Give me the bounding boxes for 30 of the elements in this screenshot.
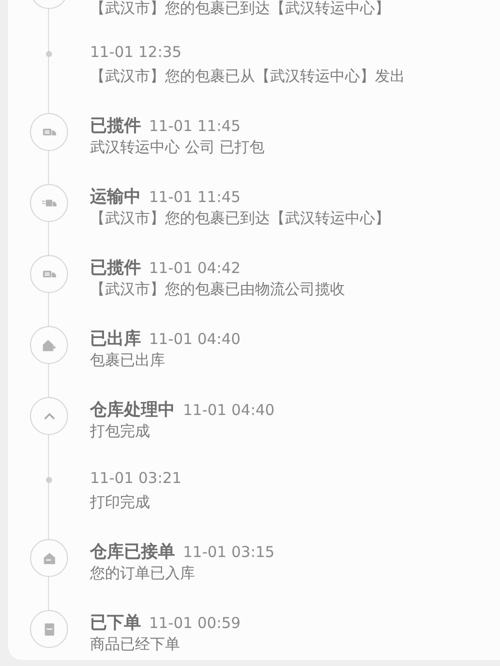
status-title: 已揽件 (90, 257, 141, 279)
event-time: 11-01 04:42 (149, 259, 241, 277)
status-title: 已揽件 (90, 115, 141, 137)
event-description: 打包完成 (90, 422, 151, 441)
event-description: 商品已经下单 (90, 635, 181, 654)
status-title: 运输中 (90, 186, 141, 208)
status-title: 已下单 (90, 612, 141, 634)
event-time: 11-01 04:40 (183, 401, 275, 419)
timeline-dot (46, 51, 52, 57)
status-title: 仓库已接单 (90, 541, 175, 563)
house-arrow-icon (42, 338, 56, 352)
event-time: 11-01 03:21 (90, 469, 182, 487)
event-description: 打印完成 (90, 493, 151, 512)
event-description: 武汉转运中心 公司 已打包 (90, 138, 265, 157)
status-title: 仓库处理中 (90, 399, 175, 421)
event-time: 11-01 11:45 (149, 117, 241, 135)
event-time: 11-01 03:15 (183, 543, 275, 561)
status-title: 已出库 (90, 328, 141, 350)
event-time: 11-01 12:35 (90, 43, 182, 61)
event-time: 11-01 00:59 (149, 614, 241, 632)
event-description: 您的订单已入库 (90, 564, 196, 583)
house-document-icon (42, 550, 56, 566)
event-time: 11-01 11:45 (149, 188, 241, 206)
event-description: 【武汉市】您的包裹已到达【武汉转运中心】 (90, 209, 390, 228)
event-description: 【武汉市】您的包裹已从【武汉转运中心】发出 (90, 67, 405, 86)
event-description: 【武汉市】您的包裹已到达【武汉转运中心】 (90, 0, 390, 18)
event-description: 【武汉市】您的包裹已由物流公司揽收 (90, 280, 345, 299)
event-description: 包裹已出库 (90, 351, 166, 370)
timeline-dot (46, 477, 52, 483)
event-time: 11-01 04:40 (149, 330, 241, 348)
